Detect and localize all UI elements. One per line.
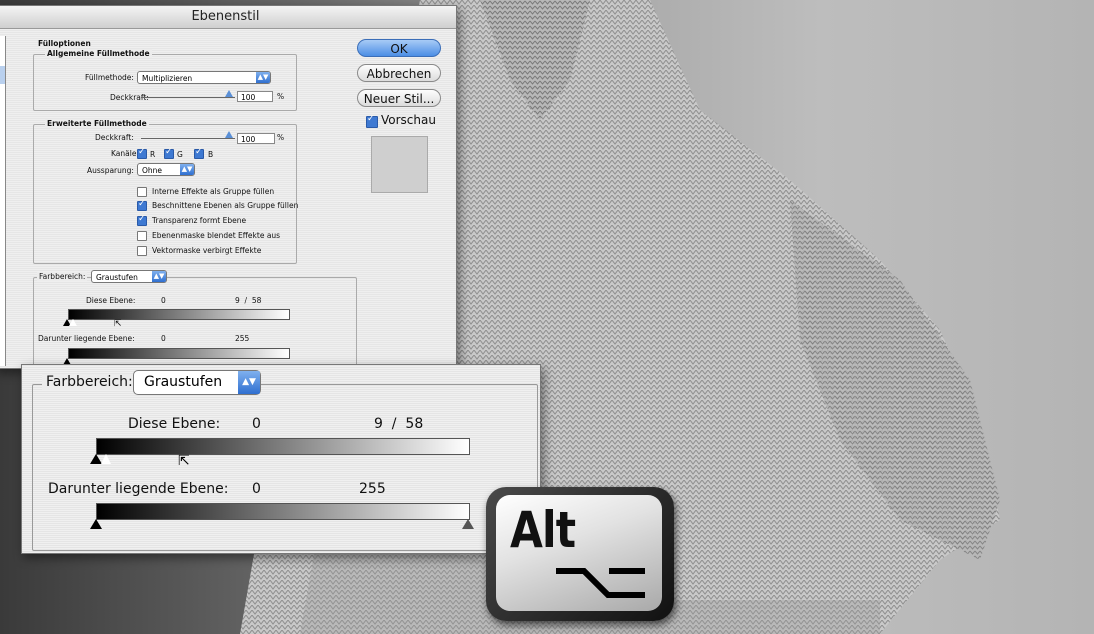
underlying-label: Darunter liegende Ebene:: [38, 334, 135, 343]
label-internal-effects: Interne Effekte als Gruppe füllen: [152, 187, 275, 196]
opacity-slider-knob[interactable]: [225, 90, 233, 97]
fill-options-heading: Fülloptionen: [38, 39, 91, 48]
checkbox-clipped-layers[interactable]: [137, 199, 147, 211]
this-layer-gradient: [68, 309, 290, 320]
advanced-opacity-track[interactable]: [141, 138, 235, 139]
zoom-this-layer-gradient: [96, 438, 470, 455]
advanced-opacity-label: Deckkraft:: [95, 133, 134, 142]
ok-button[interactable]: OK: [357, 39, 441, 57]
label-vector-mask: Vektormaske verbirgt Effekte: [152, 246, 262, 255]
label-layer-mask: Ebenenmaske blendet Effekte aus: [152, 231, 281, 240]
zoom-this-layer-label: Diese Ebene:: [128, 416, 221, 432]
checkbox-internal-effects[interactable]: [137, 187, 147, 197]
channel-g-label: G: [177, 150, 183, 159]
zoom-underlying-white-slider[interactable]: [462, 519, 474, 529]
zoom-underlying-black-slider[interactable]: [90, 519, 102, 529]
blend-if-zoom-panel: Farbbereich: Graustufen ▲▼ Diese Ebene: …: [21, 364, 541, 554]
knockout-label: Aussparung:: [87, 166, 134, 175]
dialog-title: Ebenenstil: [0, 6, 456, 29]
advanced-opacity-knob[interactable]: [225, 131, 233, 138]
checkbox-transparency-shapes[interactable]: [137, 214, 147, 226]
zoom-underlying-low: 0: [252, 481, 261, 497]
zoom-this-layer-high: 9 / 58: [374, 416, 424, 432]
checkbox-layer-mask[interactable]: [137, 231, 147, 241]
checkbox-vector-mask[interactable]: [137, 246, 147, 256]
channel-g-checkbox[interactable]: [164, 147, 174, 159]
zoom-this-layer-low: 0: [252, 416, 261, 432]
underlying-high: 255: [235, 334, 250, 343]
this-layer-high: 9 / 58: [235, 296, 262, 305]
preview-label: Vorschau: [381, 113, 436, 127]
styles-list[interactable]: [0, 36, 6, 366]
opacity-slider-track[interactable]: [141, 97, 235, 98]
advanced-blend-heading: Erweiterte Füllmethode: [45, 119, 149, 128]
advanced-opacity-unit: %: [277, 133, 285, 142]
cancel-button[interactable]: Abbrechen: [357, 64, 441, 82]
zoom-underlying-high: 255: [359, 481, 386, 497]
blend-if-select[interactable]: Graustufen ▲▼: [91, 270, 167, 283]
label-transparency-shapes: Transparenz formt Ebene: [152, 216, 247, 225]
select-arrows-icon: ▲▼: [152, 271, 166, 282]
preview-swatch: [371, 136, 428, 193]
this-layer-low: 0: [161, 296, 166, 305]
zoom-this-layer-split-slider[interactable]: [101, 454, 111, 464]
select-arrows-icon: ▲▼: [256, 72, 270, 83]
blend-mode-select[interactable]: Multiplizieren ▲▼: [137, 71, 271, 84]
channel-r-checkbox[interactable]: [137, 147, 147, 159]
label-clipped-layers: Beschnittene Ebenen als Gruppe füllen: [152, 201, 299, 210]
opacity-input[interactable]: 100: [237, 91, 273, 102]
zoom-blend-if-value: Graustufen: [144, 374, 223, 390]
knockout-value: Ohne: [142, 166, 163, 175]
zoom-cursor-icon: ⇱: [178, 453, 190, 469]
preview-checkbox[interactable]: [366, 114, 378, 128]
alt-key-illustration: Alt: [486, 487, 674, 621]
option-symbol-icon: [556, 568, 645, 598]
blend-mode-value: Multiplizieren: [142, 74, 193, 83]
general-blend-heading: Allgemeine Füllmethode: [45, 49, 152, 58]
select-arrows-icon: ▲▼: [238, 371, 260, 394]
this-layer-label: Diese Ebene:: [86, 296, 136, 305]
channel-b-label: B: [208, 150, 214, 159]
new-style-button[interactable]: Neuer Stil...: [357, 89, 441, 107]
styles-list-selected-item[interactable]: [0, 66, 5, 84]
knockout-select[interactable]: Ohne ▲▼: [137, 163, 195, 176]
zoom-blend-if-label: Farbbereich:: [42, 374, 137, 390]
layer-style-dialog: Ebenenstil Fülloptionen Allgemeine Füllm…: [0, 5, 457, 369]
channel-b-checkbox[interactable]: [194, 147, 204, 159]
underlying-gradient: [68, 348, 290, 359]
cursor-icon: ⇱: [114, 319, 122, 329]
zoom-underlying-label: Darunter liegende Ebene:: [48, 481, 229, 497]
alt-key-face: Alt: [496, 495, 662, 611]
advanced-opacity-input[interactable]: 100: [237, 133, 275, 144]
blend-mode-label: Füllmethode:: [85, 73, 134, 82]
this-layer-split-slider[interactable]: [69, 319, 77, 326]
blend-if-label: Farbbereich:: [37, 272, 88, 281]
channel-r-label: R: [150, 150, 156, 159]
blend-if-value: Graustufen: [96, 273, 138, 282]
channels-label: Kanäle:: [111, 149, 139, 158]
alt-key-label: Alt: [510, 501, 576, 559]
opacity-unit: %: [277, 92, 285, 101]
zoom-blend-if-select[interactable]: Graustufen ▲▼: [133, 370, 261, 395]
zoom-underlying-gradient: [96, 503, 470, 520]
underlying-low: 0: [161, 334, 166, 343]
select-arrows-icon: ▲▼: [180, 164, 194, 175]
